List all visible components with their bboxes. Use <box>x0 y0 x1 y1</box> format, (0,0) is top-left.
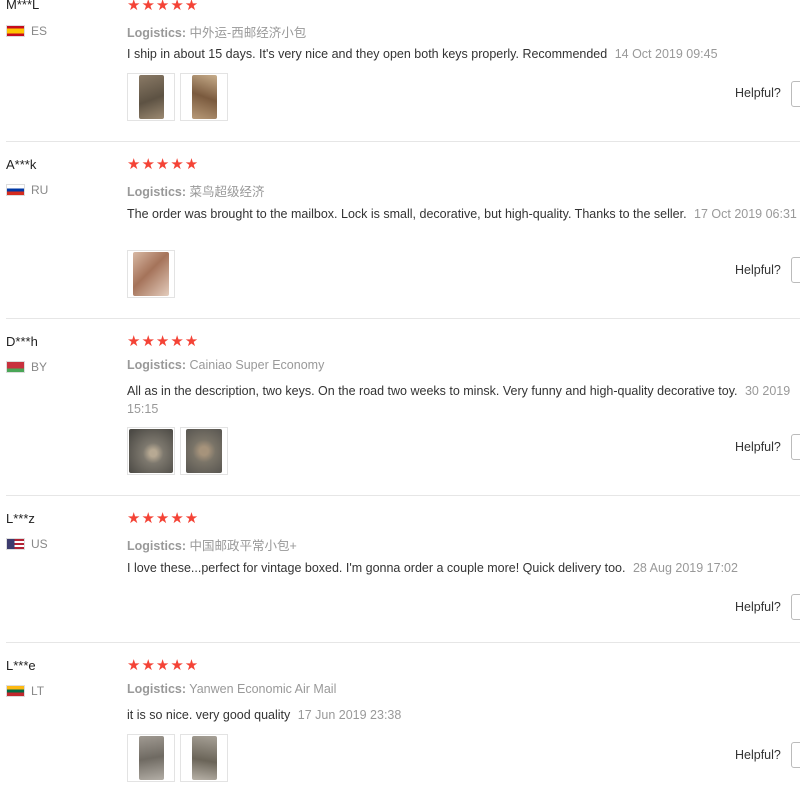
reviewer-country: ES <box>6 24 47 38</box>
review-text: All as in the description, two keys. On … <box>127 382 800 418</box>
helpful-vote-button[interactable] <box>791 434 800 460</box>
review-date: 14 Oct 2019 09:45 <box>614 47 718 61</box>
review-text: I love these...perfect for vintage boxed… <box>127 559 800 577</box>
review-photos <box>127 734 228 782</box>
helpful-vote-button[interactable] <box>791 257 800 283</box>
by-flag-icon <box>6 361 25 373</box>
reviewer-name: M***L <box>6 0 40 12</box>
review-date: 28 Aug 2019 17:02 <box>632 561 738 575</box>
logistics-label: Logistics: <box>127 185 187 199</box>
country-code: ES <box>31 24 48 38</box>
ru-flag-icon <box>6 184 25 196</box>
review-photo[interactable] <box>127 73 175 121</box>
us-flag-icon <box>6 538 25 550</box>
helpful-label: Helpful? <box>735 440 781 454</box>
logistics-label: Logistics: <box>127 26 187 40</box>
logistics-value: 中国邮政平常小包+ <box>189 539 297 553</box>
logistics-value: 菜鸟超级经济 <box>189 185 265 199</box>
review-body: it is so nice. very good quality <box>127 708 291 722</box>
logistics-info: Logistics: Cainiao Super Economy <box>127 358 324 372</box>
logistics-label: Logistics: <box>127 539 187 553</box>
helpful-vote-button[interactable] <box>791 594 800 620</box>
logistics-label: Logistics: <box>127 682 187 696</box>
review-body: All as in the description, two keys. On … <box>127 384 738 398</box>
review-body: I ship in about 15 days. It's very nice … <box>127 47 608 61</box>
helpful-vote-button[interactable] <box>791 81 800 107</box>
country-code: BY <box>31 360 48 374</box>
reviewer-name: L***z <box>6 511 35 526</box>
logistics-value: Yanwen Economic Air Mail <box>189 682 337 696</box>
reviewer-name: L***e <box>6 658 36 673</box>
lt-flag-icon <box>6 685 25 697</box>
review-photos <box>127 427 228 475</box>
star-rating: ★★★★★ <box>127 333 200 350</box>
divider <box>6 642 800 643</box>
logistics-info: Logistics: Yanwen Economic Air Mail <box>127 682 336 696</box>
star-rating: ★★★★★ <box>127 0 200 14</box>
helpful-label: Helpful? <box>735 263 781 277</box>
divider <box>6 141 800 142</box>
logistics-value: Cainiao Super Economy <box>189 358 325 372</box>
review-photo[interactable] <box>127 734 175 782</box>
review-photo[interactable] <box>180 734 228 782</box>
reviewer-country: BY <box>6 360 47 374</box>
reviewer-country: LT <box>6 684 44 698</box>
helpful-vote-button[interactable] <box>791 742 800 768</box>
logistics-label: Logistics: <box>127 358 187 372</box>
reviewer-country: RU <box>6 183 48 197</box>
review-body: The order was brought to the mailbox. Lo… <box>127 207 687 221</box>
es-flag-icon <box>6 25 25 37</box>
country-code: LT <box>31 684 45 698</box>
helpful-label: Helpful? <box>735 748 781 762</box>
reviewer-name: D***h <box>6 334 38 349</box>
review-photo[interactable] <box>127 250 175 298</box>
review-text: it is so nice. very good quality 17 Jun … <box>127 706 800 724</box>
logistics-info: Logistics: 菜鸟超级经济 <box>127 181 265 200</box>
review-date: 17 Oct 2019 06:31 <box>694 207 797 221</box>
divider <box>6 495 800 496</box>
review-photo[interactable] <box>127 427 175 475</box>
review-body: I love these...perfect for vintage boxed… <box>127 561 626 575</box>
review-photo[interactable] <box>180 73 228 121</box>
logistics-info: Logistics: 中外运-西邮经济小包 <box>127 22 306 41</box>
helpful-label: Helpful? <box>735 600 781 614</box>
helpful-label: Helpful? <box>735 86 781 100</box>
review-text: I ship in about 15 days. It's very nice … <box>127 45 800 63</box>
star-rating: ★★★★★ <box>127 510 200 527</box>
review-photos <box>127 250 175 298</box>
country-code: RU <box>31 183 49 197</box>
country-code: US <box>31 537 48 551</box>
reviewer-name: A***k <box>6 157 37 172</box>
star-rating: ★★★★★ <box>127 657 200 674</box>
review-photo[interactable] <box>180 427 228 475</box>
review-text: The order was brought to the mailbox. Lo… <box>127 205 800 223</box>
divider <box>6 318 800 319</box>
star-rating: ★★★★★ <box>127 156 200 173</box>
logistics-info: Logistics: 中国邮政平常小包+ <box>127 535 297 554</box>
review-photos <box>127 73 228 121</box>
review-date: 17 Jun 2019 23:38 <box>297 708 402 722</box>
reviewer-country: US <box>6 537 48 551</box>
logistics-value: 中外运-西邮经济小包 <box>189 26 307 40</box>
